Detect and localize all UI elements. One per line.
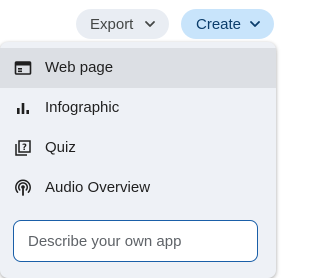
menu-item-label: Audio Overview	[45, 179, 151, 196]
menu-item-web-page[interactable]: Web page	[0, 48, 276, 88]
chevron-down-icon	[145, 21, 155, 27]
menu-item-label: Quiz	[45, 139, 76, 156]
create-button[interactable]: Create	[181, 9, 274, 39]
quiz-icon: ?	[15, 140, 31, 156]
web-page-icon	[14, 61, 32, 75]
menu-item-audio-overview[interactable]: Audio Overview	[0, 168, 276, 208]
create-label: Create	[196, 15, 242, 33]
create-menu: Web page Infographic ? Quiz Audio Overvi…	[0, 42, 276, 278]
bar-chart-icon	[17, 103, 29, 114]
chevron-down-icon	[250, 21, 260, 27]
toolbar: Export Create	[0, 0, 283, 42]
export-button[interactable]: Export	[76, 9, 169, 39]
describe-app-input[interactable]	[13, 220, 258, 262]
svg-text:?: ?	[22, 143, 27, 153]
menu-item-label: Web page	[45, 59, 114, 76]
export-label: Export	[90, 15, 134, 33]
menu-item-quiz[interactable]: ? Quiz	[0, 128, 276, 168]
podcast-icon	[15, 179, 31, 196]
menu-item-label: Infographic	[45, 99, 120, 116]
menu-item-infographic[interactable]: Infographic	[0, 88, 276, 128]
